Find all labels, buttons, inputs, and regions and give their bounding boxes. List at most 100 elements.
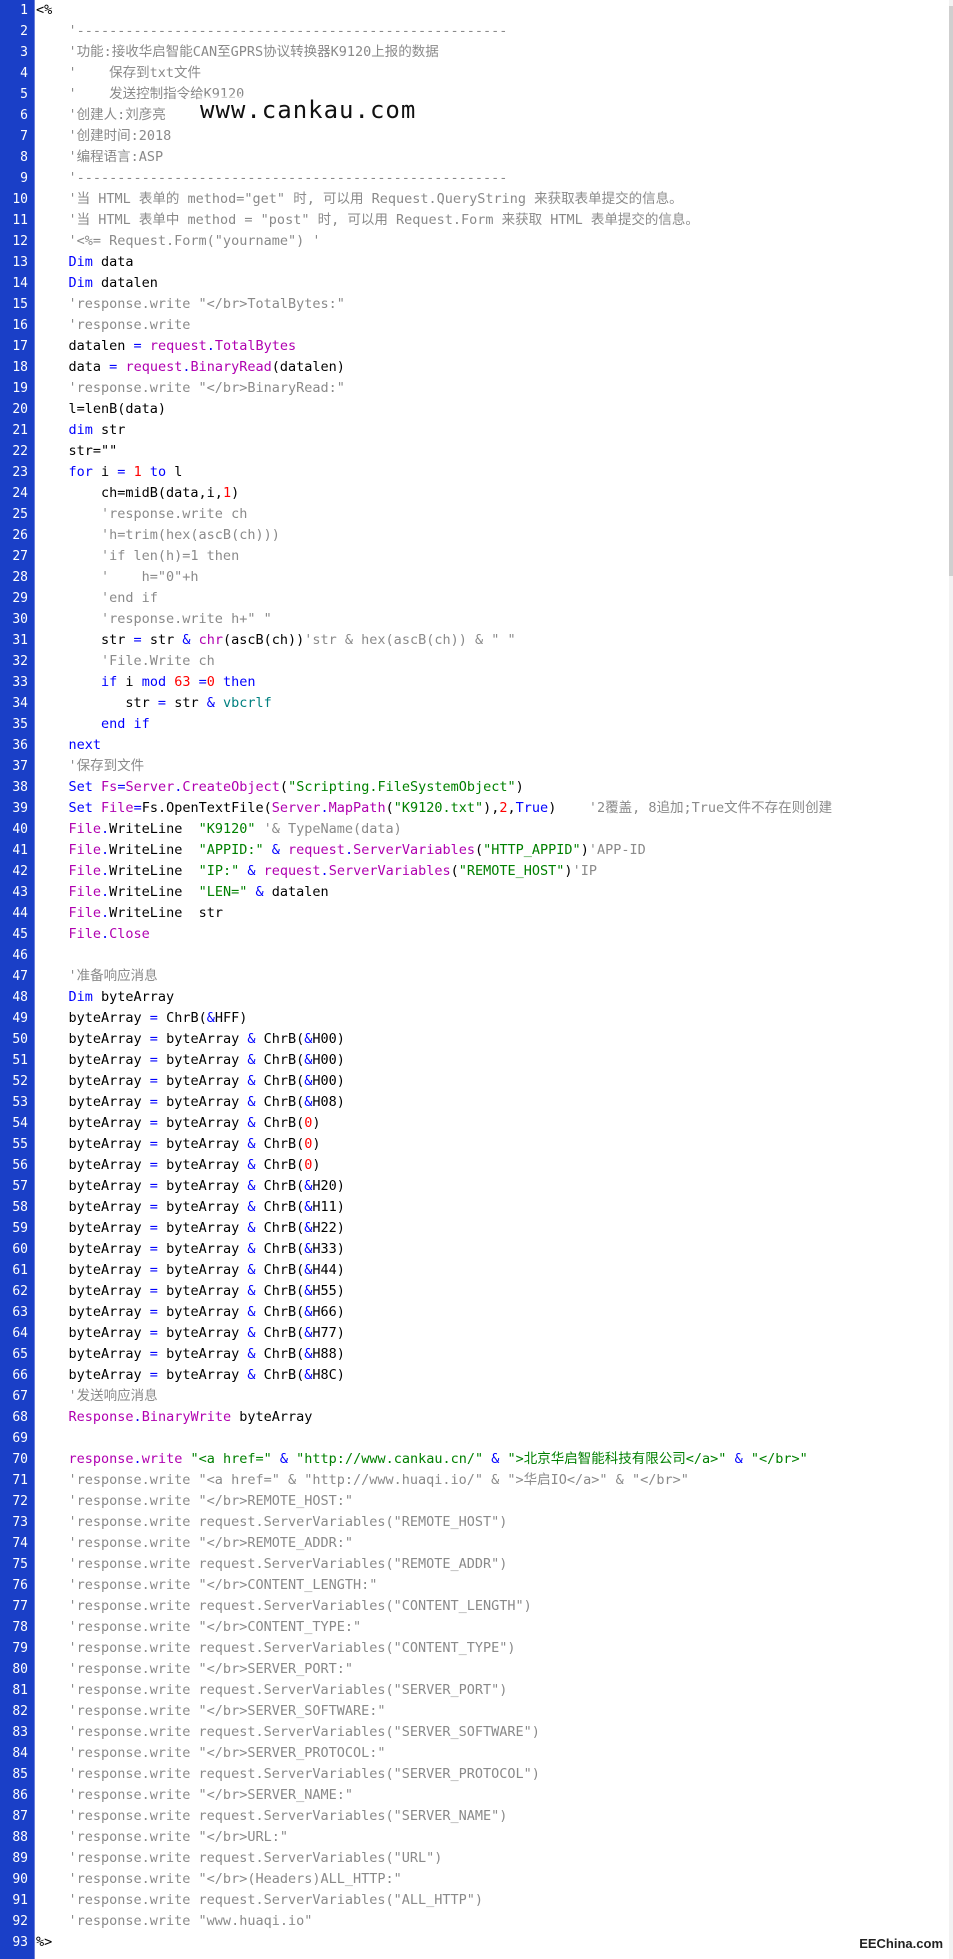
code-line[interactable]: 'response.write request.ServerVariables(… bbox=[36, 1512, 508, 1533]
code-line[interactable]: dim str bbox=[36, 420, 126, 441]
code-line[interactable]: 'response.write "</br>BinaryRead:" bbox=[36, 378, 345, 399]
code-line[interactable]: l=lenB(data) bbox=[36, 399, 167, 420]
code-line[interactable]: 'File.Write ch bbox=[36, 651, 215, 672]
line-number: 70 bbox=[12, 1452, 28, 1467]
code-line[interactable]: ' h="0"+h bbox=[36, 567, 199, 588]
code-line[interactable]: byteArray = ChrB(&HFF) bbox=[36, 1008, 248, 1029]
line-number: 79 bbox=[12, 1641, 28, 1656]
code-line[interactable]: Set File=Fs.OpenTextFile(Server.MapPath(… bbox=[36, 798, 833, 819]
code-line[interactable]: byteArray = byteArray & ChrB(&H00) bbox=[36, 1050, 345, 1071]
code-line[interactable]: File.WriteLine "LEN=" & datalen bbox=[36, 882, 329, 903]
code-line[interactable]: 'response.write "</br>SERVER_PROTOCOL:" bbox=[36, 1743, 386, 1764]
code-line[interactable]: byteArray = byteArray & ChrB(&H11) bbox=[36, 1197, 345, 1218]
code-line[interactable]: Response.BinaryWrite byteArray bbox=[36, 1407, 313, 1428]
code-line[interactable]: if i mod 63 =0 then bbox=[36, 672, 256, 693]
code-line[interactable]: byteArray = byteArray & ChrB(0) bbox=[36, 1113, 321, 1134]
code-line[interactable]: 'response.write request.ServerVariables(… bbox=[36, 1638, 516, 1659]
code-line[interactable]: Set Fs=Server.CreateObject("Scripting.Fi… bbox=[36, 777, 524, 798]
code-line[interactable]: 'response.write request.ServerVariables(… bbox=[36, 1890, 484, 1911]
code-line[interactable]: 'response.write bbox=[36, 315, 191, 336]
code-token: request bbox=[288, 842, 345, 858]
code-line[interactable]: Dim datalen bbox=[36, 273, 158, 294]
code-line[interactable]: 'response.write "</br>TotalBytes:" bbox=[36, 294, 345, 315]
line-number: 38 bbox=[12, 780, 28, 795]
code-line[interactable]: 'h=trim(hex(ascB(ch))) bbox=[36, 525, 280, 546]
code-line[interactable]: byteArray = byteArray & ChrB(&H77) bbox=[36, 1323, 345, 1344]
code-line[interactable]: datalen = request.TotalBytes bbox=[36, 336, 297, 357]
code-line[interactable]: 'response.write "</br>SERVER_PORT:" bbox=[36, 1659, 353, 1680]
code-line[interactable]: byteArray = byteArray & ChrB(0) bbox=[36, 1134, 321, 1155]
code-line[interactable]: data = request.BinaryRead(datalen) bbox=[36, 357, 345, 378]
code-line[interactable]: File.WriteLine str bbox=[36, 903, 223, 924]
code-line[interactable]: File.Close bbox=[36, 924, 150, 945]
code-line[interactable]: 'response.write "</br>SERVER_SOFTWARE:" bbox=[36, 1701, 386, 1722]
code-line[interactable]: byteArray = byteArray & ChrB(&H55) bbox=[36, 1281, 345, 1302]
code-line[interactable]: byteArray = byteArray & ChrB(&H8C) bbox=[36, 1365, 345, 1386]
code-line[interactable]: 'if len(h)=1 then bbox=[36, 546, 239, 567]
code-line[interactable]: 'response.write ch bbox=[36, 504, 247, 525]
code-line[interactable]: 'response.write "</br>CONTENT_LENGTH:" bbox=[36, 1575, 378, 1596]
vertical-scrollbar[interactable] bbox=[949, 0, 953, 1959]
code-line[interactable]: '<%= Request.Form("yourname") ' bbox=[36, 231, 321, 252]
code-line[interactable]: File.WriteLine "IP:" & request.ServerVar… bbox=[36, 861, 597, 882]
code-line[interactable]: byteArray = byteArray & ChrB(&H20) bbox=[36, 1176, 345, 1197]
code-line[interactable]: 'response.write "</br>REMOTE_HOST:" bbox=[36, 1491, 353, 1512]
code-line[interactable]: '当 HTML 表单的 method="get" 时, 可以用 Request.… bbox=[36, 189, 683, 210]
code-line[interactable]: 'response.write request.ServerVariables(… bbox=[36, 1806, 508, 1827]
code-line[interactable]: byteArray = byteArray & ChrB(&H66) bbox=[36, 1302, 345, 1323]
code-line[interactable]: '创建时间:2018 bbox=[36, 126, 172, 147]
code-line[interactable]: 'response.write request.ServerVariables(… bbox=[36, 1596, 532, 1617]
code-token: '创建时间:2018 bbox=[36, 128, 172, 144]
code-line[interactable]: byteArray = byteArray & ChrB(&H00) bbox=[36, 1071, 345, 1092]
code-line[interactable]: '准备响应消息 bbox=[36, 966, 158, 987]
code-line[interactable]: byteArray = byteArray & ChrB(0) bbox=[36, 1155, 321, 1176]
code-line[interactable]: 'response.write "</br>(Headers)ALL_HTTP:… bbox=[36, 1869, 402, 1890]
code-line[interactable]: ch=midB(data,i,1) bbox=[36, 483, 239, 504]
code-line[interactable]: byteArray = byteArray & ChrB(&H88) bbox=[36, 1344, 345, 1365]
code-line[interactable]: str="" bbox=[36, 441, 118, 462]
code-line[interactable]: '功能:接收华启智能CAN至GPRS协议转换器K9120上报的数据 bbox=[36, 42, 439, 63]
code-line[interactable]: byteArray = byteArray & ChrB(&H44) bbox=[36, 1260, 345, 1281]
code-line[interactable]: end if bbox=[36, 714, 150, 735]
code-line[interactable]: next bbox=[36, 735, 102, 756]
code-line[interactable]: 'response.write "</br>REMOTE_ADDR:" bbox=[36, 1533, 353, 1554]
code-line[interactable]: response.write "<a href=" & "http://www.… bbox=[36, 1449, 808, 1470]
code-line[interactable]: byteArray = byteArray & ChrB(&H08) bbox=[36, 1092, 345, 1113]
code-line[interactable]: Dim byteArray bbox=[36, 987, 175, 1008]
code-line[interactable]: str = str & chr(ascB(ch))'str & hex(ascB… bbox=[36, 630, 516, 651]
code-line[interactable]: '---------------------------------------… bbox=[36, 21, 508, 42]
scrollbar-thumb[interactable] bbox=[949, 6, 953, 576]
code-line[interactable]: byteArray = byteArray & ChrB(&H33) bbox=[36, 1239, 345, 1260]
code-area[interactable]: <% '------------------------------------… bbox=[36, 0, 949, 1959]
code-line[interactable]: '发送响应消息 bbox=[36, 1386, 158, 1407]
code-line[interactable]: str = str & vbcrlf bbox=[36, 693, 271, 714]
code-line[interactable]: Dim data bbox=[36, 252, 134, 273]
code-line[interactable]: 'response.write request.ServerVariables(… bbox=[36, 1680, 508, 1701]
code-line[interactable]: byteArray = byteArray & ChrB(&H22) bbox=[36, 1218, 345, 1239]
code-line[interactable]: 'response.write "</br>CONTENT_TYPE:" bbox=[36, 1617, 362, 1638]
code-line[interactable]: 'response.write h+" " bbox=[36, 609, 272, 630]
code-line[interactable]: '保存到文件 bbox=[36, 756, 145, 777]
code-line[interactable]: for i = 1 to l bbox=[36, 462, 183, 483]
code-line[interactable]: %> bbox=[36, 1932, 52, 1953]
code-line[interactable]: ' 保存到txt文件 bbox=[36, 63, 202, 84]
code-editor[interactable]: 1 2 3 4 5 6 7 8 9 10 11 12 13 14 15 16 17 18 19 20 21 22 23 24 2… bbox=[0, 0, 953, 1959]
code-token: byteArray bbox=[92, 989, 175, 1005]
code-line[interactable]: 'response.write "<a href=" & "http://www… bbox=[36, 1470, 689, 1491]
code-line[interactable]: 'end if bbox=[36, 588, 158, 609]
code-line[interactable]: 'response.write "</br>URL:" bbox=[36, 1827, 288, 1848]
code-line[interactable]: '当 HTML 表单中 method = "post" 时, 可以用 Reque… bbox=[36, 210, 699, 231]
code-line[interactable]: '创建人:刘彦亮 bbox=[36, 105, 166, 126]
code-line[interactable]: 'response.write request.ServerVariables(… bbox=[36, 1722, 540, 1743]
code-line[interactable]: 'response.write request.ServerVariables(… bbox=[36, 1764, 540, 1785]
code-line[interactable]: 'response.write request.ServerVariables(… bbox=[36, 1848, 443, 1869]
code-line[interactable]: '编程语言:ASP bbox=[36, 147, 164, 168]
code-line[interactable]: 'response.write "www.huaqi.io" bbox=[36, 1911, 313, 1932]
code-line[interactable]: 'response.write "</br>SERVER_NAME:" bbox=[36, 1785, 353, 1806]
code-line[interactable]: '---------------------------------------… bbox=[36, 168, 508, 189]
code-line[interactable]: <% bbox=[36, 0, 52, 21]
code-line[interactable]: byteArray = byteArray & ChrB(&H00) bbox=[36, 1029, 345, 1050]
code-line[interactable]: File.WriteLine "APPID:" & request.Server… bbox=[36, 840, 646, 861]
code-line[interactable]: 'response.write request.ServerVariables(… bbox=[36, 1554, 508, 1575]
code-line[interactable]: File.WriteLine "K9120" '& TypeName(data) bbox=[36, 819, 402, 840]
